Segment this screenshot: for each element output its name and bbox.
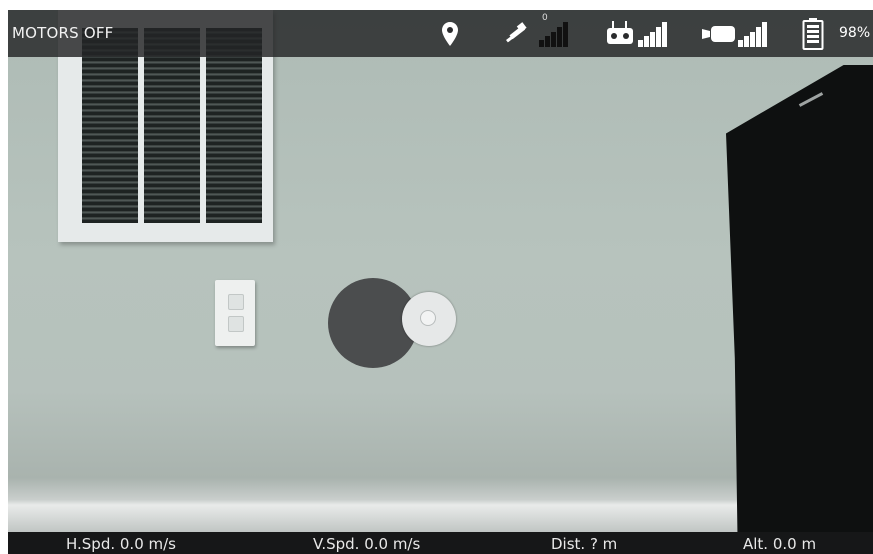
satellite-icon[interactable]: [505, 16, 533, 46]
horizontal-speed: H.Spd. 0.0 m/s: [66, 535, 176, 553]
top-status-bar: MOTORS OFF 0 98%: [8, 10, 873, 57]
vertical-speed: V.Spd. 0.0 m/s: [313, 535, 421, 553]
telemetry-bar: H.Spd. 0.0 m/s V.Spd. 0.0 m/s Dist. ? m …: [8, 532, 873, 554]
battery-icon[interactable]: [802, 18, 824, 50]
camera-feed[interactable]: [8, 10, 873, 554]
rc-signal-bars-icon: [638, 22, 667, 47]
distance: Dist. ? m: [551, 535, 618, 553]
vent-louver: [144, 28, 200, 223]
location-pin-icon[interactable]: [441, 21, 459, 47]
motors-status-label: MOTORS OFF: [12, 24, 114, 42]
altitude: Alt. 0.0 m: [743, 535, 817, 553]
vent-louver: [206, 28, 262, 223]
switch-toggle: [228, 294, 244, 310]
joystick-knob[interactable]: [402, 292, 456, 346]
remote-controller-icon[interactable]: [606, 21, 634, 45]
video-camera-icon[interactable]: [702, 25, 736, 43]
battery-percent: 98%: [839, 25, 871, 41]
switch-toggle: [228, 316, 244, 332]
video-signal-bars-icon: [738, 22, 767, 47]
drone-control-screen: MOTORS OFF 0 98% H.Spd. 0.0 m/s V.Spd. 0…: [0, 0, 873, 554]
vent-louver: [82, 28, 138, 223]
joystick-center-ring: [420, 310, 436, 326]
light-switch-plate: [215, 280, 255, 346]
gps-signal-bars-icon: [539, 22, 568, 47]
dark-cabinet: [726, 65, 873, 554]
